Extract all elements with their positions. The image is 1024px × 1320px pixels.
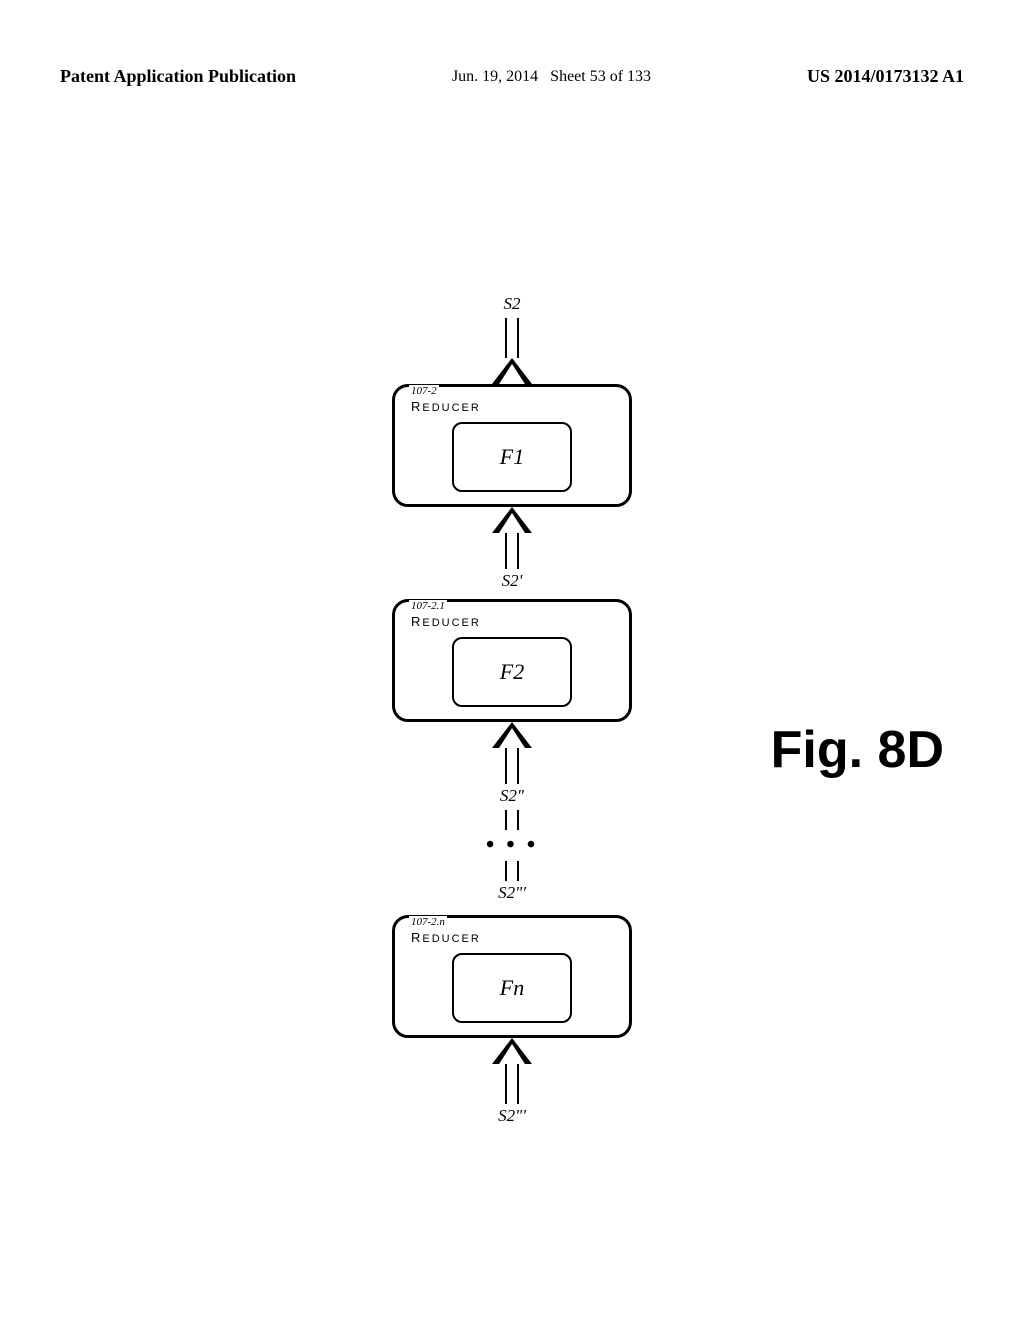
fn-box-n: Fn (452, 953, 572, 1023)
signal-s2-label: S2 (504, 294, 521, 314)
figure-label: Fig. 8D (771, 720, 944, 780)
reducer-box-n: 107-2.n REDUCER Fn (392, 915, 632, 1038)
reducer-label-n: REDUCER (407, 930, 617, 945)
reducer-block-1: S2 107-2 REDUCER F1 (392, 294, 632, 591)
arrow-s2-up (492, 318, 532, 384)
box-id-1: 107-2 (409, 385, 439, 397)
reducer-box-1: 107-2 REDUCER F1 (392, 384, 632, 507)
fn-box-2: F2 (452, 637, 572, 707)
signal-s2triple-label: S2"' (498, 883, 526, 903)
patent-number: US 2014/0173132 A1 (807, 64, 964, 89)
publication-info: Jun. 19, 2014 Sheet 53 of 133 (452, 64, 651, 90)
box-id-2: 107-2.1 (409, 600, 447, 612)
continuation-dots: • • • S2"' (486, 810, 538, 903)
reducer-block-n: 107-2.n REDUCER Fn S2"' (392, 915, 632, 1126)
publication-label: Patent Application Publication (60, 64, 296, 89)
page-header: Patent Application Publication Jun. 19, … (0, 64, 1024, 90)
reducer-label-1: REDUCER (407, 399, 617, 414)
signal-s2prime-label: S2' (502, 571, 523, 591)
arrow-s2prime-up (492, 507, 532, 569)
arrow-s2double-up (492, 722, 532, 784)
fn-box-1: F1 (452, 422, 572, 492)
reducer-chain: S2 107-2 REDUCER F1 (392, 294, 632, 1126)
fn-label-2: F2 (500, 659, 524, 685)
diagram-area: Fig. 8D S2 (0, 180, 1024, 1320)
box-id-n: 107-2.n (409, 916, 447, 928)
reducer-box-2: 107-2.1 REDUCER F2 (392, 599, 632, 722)
arrow-s2triple-out (492, 1038, 532, 1104)
reducer-block-2: 107-2.1 REDUCER F2 S2" (392, 599, 632, 806)
signal-s2triple-out-label: S2"' (498, 1106, 526, 1126)
signal-s2double-label: S2" (500, 786, 524, 806)
reducer-label-2: REDUCER (407, 614, 617, 629)
fn-label-1: F1 (500, 444, 524, 470)
fn-label-n: Fn (500, 975, 524, 1001)
